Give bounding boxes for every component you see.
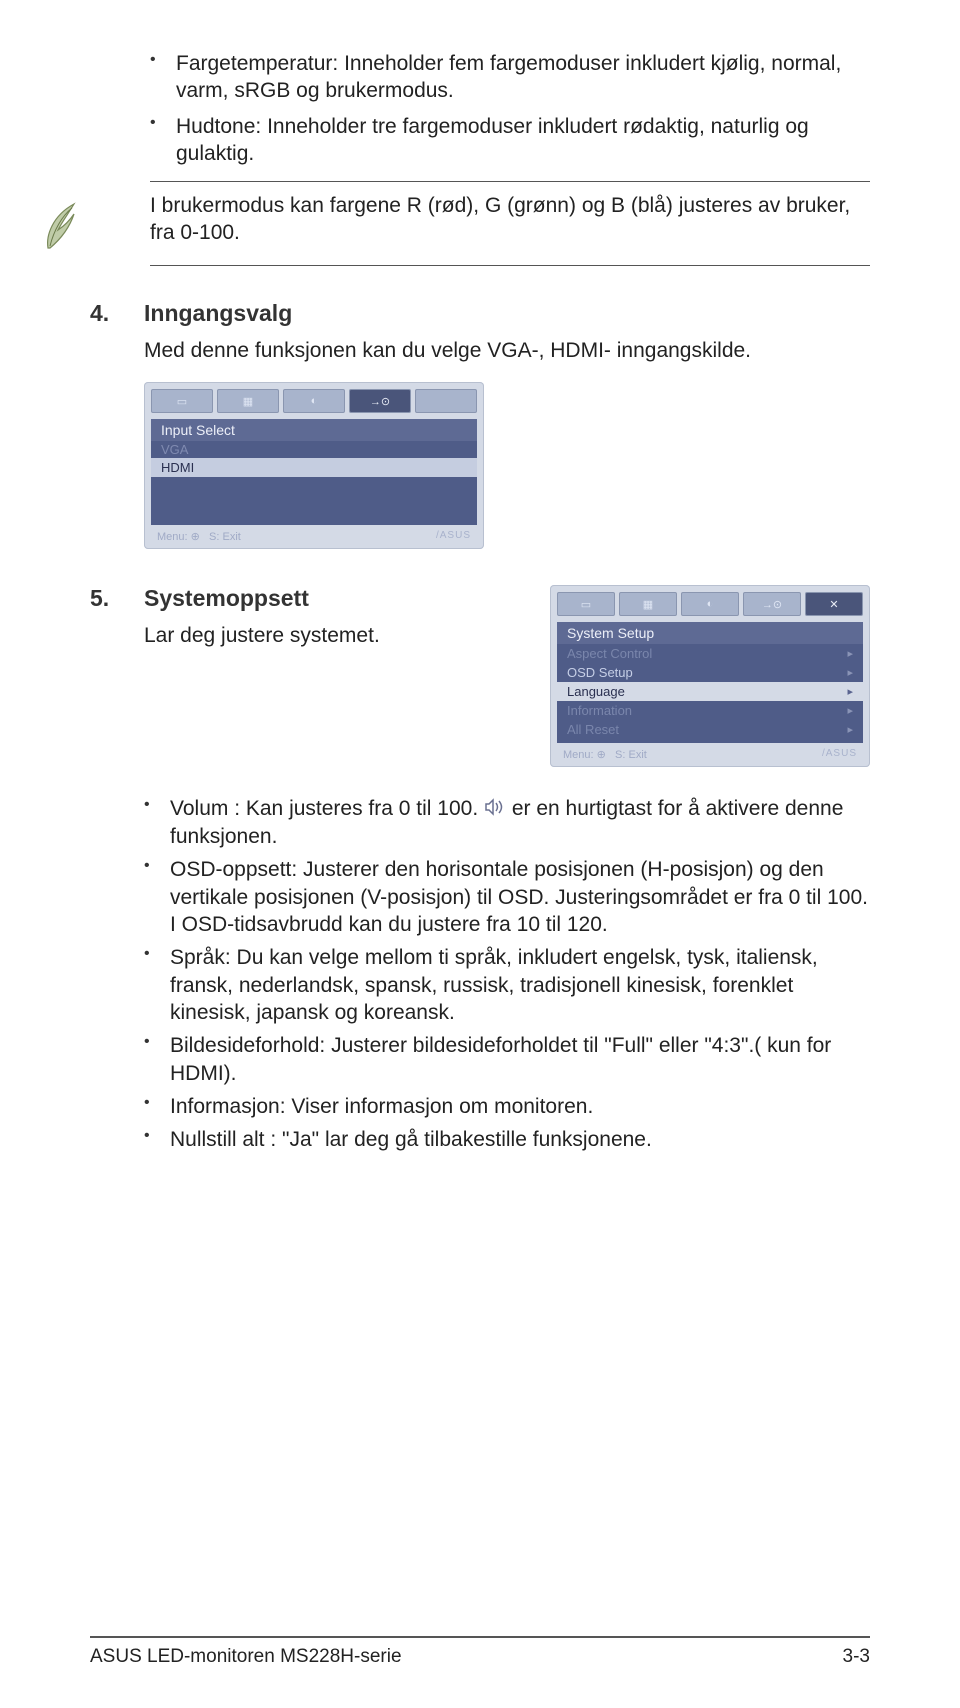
- bullet-icon: •: [144, 795, 154, 816]
- osd-footer: Menu: ⊕ S: Exit /ASUS: [557, 747, 863, 762]
- chevron-right-icon: ▸: [847, 666, 853, 679]
- section-number: 4.: [90, 300, 144, 327]
- osd-exit-label: S: Exit: [615, 749, 647, 761]
- osd-tab-system-icon: ✕: [805, 592, 863, 616]
- osd-tab-icon: ▭: [151, 389, 213, 413]
- bullet-text: Volum : Kan justeres fra 0 til 100. er e…: [154, 795, 870, 850]
- osd-brand: /ASUS: [822, 748, 857, 761]
- chevron-right-icon: ▸: [847, 704, 853, 717]
- page-footer: ASUS LED-monitoren MS228H-serie 3-3: [90, 1636, 870, 1668]
- osd-item-allreset: All Reset▸: [557, 720, 863, 739]
- osd-panel-title: System Setup: [557, 622, 863, 644]
- list-item: • Informasjon: Viser informasjon om moni…: [144, 1093, 870, 1120]
- top-bullet-list: • Fargetemperatur: Inneholder fem fargem…: [90, 50, 870, 167]
- bullet-icon: •: [144, 1126, 154, 1147]
- divider: [90, 1636, 870, 1638]
- bullet-text: Fargetemperatur: Inneholder fem fargemod…: [160, 50, 870, 105]
- osd-item-hdmi: HDMI: [151, 458, 477, 477]
- bullet-icon: •: [150, 113, 160, 134]
- osd-panel-title: Input Select: [151, 419, 477, 441]
- list-item: • Bildesideforhold: Justerer bildesidefo…: [144, 1032, 870, 1087]
- section-number: 5.: [90, 585, 144, 612]
- section-body: Med denne funksjonen kan du velge VGA-, …: [90, 337, 870, 364]
- bullet-text: Språk: Du kan velge mellom ti språk, ink…: [154, 944, 870, 1026]
- bullet-text: Informasjon: Viser informasjon om monito…: [154, 1093, 870, 1120]
- divider: [150, 181, 870, 182]
- osd-item-language: Language▸: [557, 682, 863, 701]
- bullet-text: Nullstill alt : "Ja" lar deg gå tilbakes…: [154, 1126, 870, 1153]
- bullet-text: OSD-oppsett: Justerer den horisontale po…: [154, 856, 870, 938]
- osd-tab-icon: ▦: [619, 592, 677, 616]
- bullet-text: Bildesideforhold: Justerer bildesideforh…: [154, 1032, 870, 1087]
- osd-tab-bar: ▭ ▦ ◐ →⊙ ✕: [557, 592, 863, 616]
- bullet-text: Hudtone: Inneholder tre fargemoduser ink…: [160, 113, 870, 168]
- osd-tab-bar: ▭ ▦ ◐ →⊙: [151, 389, 477, 413]
- list-item: • Hudtone: Inneholder tre fargemoduser i…: [150, 113, 870, 168]
- list-item: • Volum : Kan justeres fra 0 til 100. er…: [144, 795, 870, 850]
- list-item: • Fargetemperatur: Inneholder fem fargem…: [150, 50, 870, 105]
- osd-tab-icon: ◐: [681, 592, 739, 616]
- section-systemoppsett: 5. Systemoppsett Lar deg justere systeme…: [90, 585, 870, 767]
- chevron-right-icon: ▸: [847, 723, 853, 736]
- speaker-icon: [484, 796, 506, 823]
- footer-left: ASUS LED-monitoren MS228H-serie: [90, 1646, 402, 1668]
- osd-item-vga: VGA: [151, 441, 477, 458]
- list-item: • OSD-oppsett: Justerer den horisontale …: [144, 856, 870, 938]
- section-title: Inngangsvalg: [144, 300, 292, 327]
- osd-brand: /ASUS: [436, 530, 471, 543]
- bullet-icon: •: [150, 50, 160, 71]
- osd-item-aspect: Aspect Control▸: [557, 644, 863, 663]
- osd-tab-icon: ▭: [557, 592, 615, 616]
- osd-item-information: Information▸: [557, 701, 863, 720]
- section-title: Systemoppsett: [144, 585, 309, 612]
- osd-input-select-panel: ▭ ▦ ◐ →⊙ Input Select VGA HDMI Menu: ⊕ S…: [144, 382, 484, 549]
- osd-system-setup-panel: ▭ ▦ ◐ →⊙ ✕ System Setup Aspect Control▸ …: [550, 585, 870, 767]
- list-item: • Språk: Du kan velge mellom ti språk, i…: [144, 944, 870, 1026]
- osd-tab-icon: ◐: [283, 389, 345, 413]
- divider: [150, 265, 870, 266]
- lower-bullet-list: • Volum : Kan justeres fra 0 til 100. er…: [90, 795, 870, 1153]
- osd-item-list: Aspect Control▸ OSD Setup▸ Language▸ Inf…: [557, 644, 863, 743]
- osd-item-osdsetup: OSD Setup▸: [557, 663, 863, 682]
- section-inngangsvalg: 4. Inngangsvalg Med denne funksjonen kan…: [90, 300, 870, 549]
- osd-exit-label: S: Exit: [209, 531, 241, 543]
- osd-menu-label: Menu: ⊕: [563, 749, 606, 761]
- osd-tab-icon: →⊙: [743, 592, 801, 616]
- section-body: Lar deg justere systemet.: [90, 622, 526, 649]
- osd-tab-icon: ▦: [217, 389, 279, 413]
- note-text: I brukermodus kan fargene R (rød), G (gr…: [90, 192, 870, 247]
- osd-item-list: VGA HDMI: [151, 441, 477, 525]
- feather-icon: [40, 200, 82, 259]
- chevron-right-icon: ▸: [847, 647, 853, 660]
- bullet-icon: •: [144, 856, 154, 877]
- chevron-right-icon: ▸: [847, 685, 853, 698]
- bullet-icon: •: [144, 944, 154, 965]
- page-number: 3-3: [843, 1646, 870, 1668]
- bullet-icon: •: [144, 1032, 154, 1053]
- osd-menu-label: Menu: ⊕: [157, 531, 200, 543]
- bullet-icon: •: [144, 1093, 154, 1114]
- osd-tab-blank: [415, 389, 477, 413]
- osd-tab-input-icon: →⊙: [349, 389, 411, 413]
- list-item: • Nullstill alt : "Ja" lar deg gå tilbak…: [144, 1126, 870, 1153]
- osd-footer: Menu: ⊕ S: Exit /ASUS: [151, 529, 477, 544]
